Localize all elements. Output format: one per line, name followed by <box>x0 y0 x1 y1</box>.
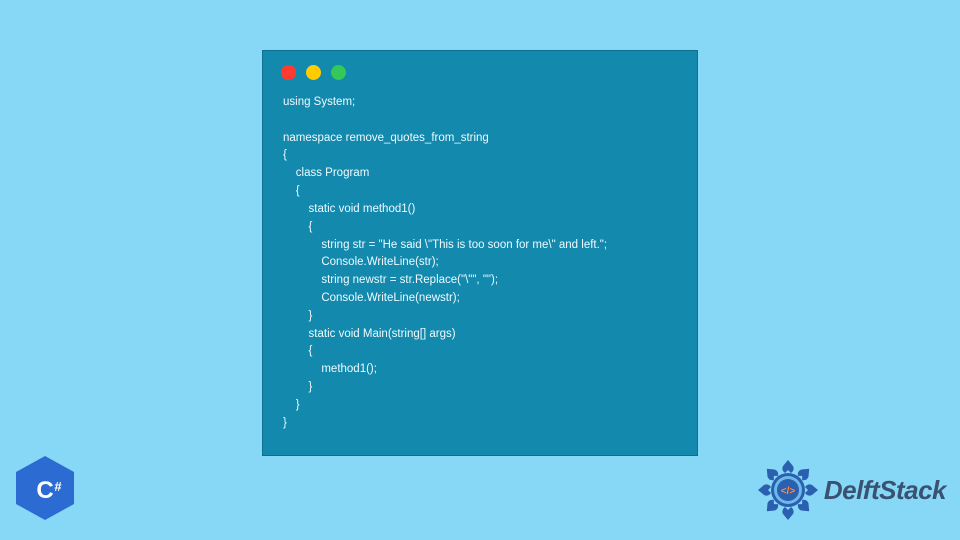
csharp-badge-icon: C # <box>14 454 76 522</box>
svg-text:#: # <box>54 479 62 494</box>
svg-text:</>: </> <box>781 486 796 497</box>
code-block: using System; namespace remove_quotes_fr… <box>263 88 697 446</box>
minimize-icon[interactable] <box>306 65 321 80</box>
window-controls <box>263 51 697 88</box>
delftstack-text: DelftStack <box>824 475 946 506</box>
close-icon[interactable] <box>281 65 296 80</box>
maximize-icon[interactable] <box>331 65 346 80</box>
svg-text:C: C <box>36 477 53 504</box>
delftstack-logo: </> DelftStack <box>756 458 946 522</box>
delftstack-emblem-icon: </> <box>756 458 820 522</box>
code-window: using System; namespace remove_quotes_fr… <box>262 50 698 456</box>
